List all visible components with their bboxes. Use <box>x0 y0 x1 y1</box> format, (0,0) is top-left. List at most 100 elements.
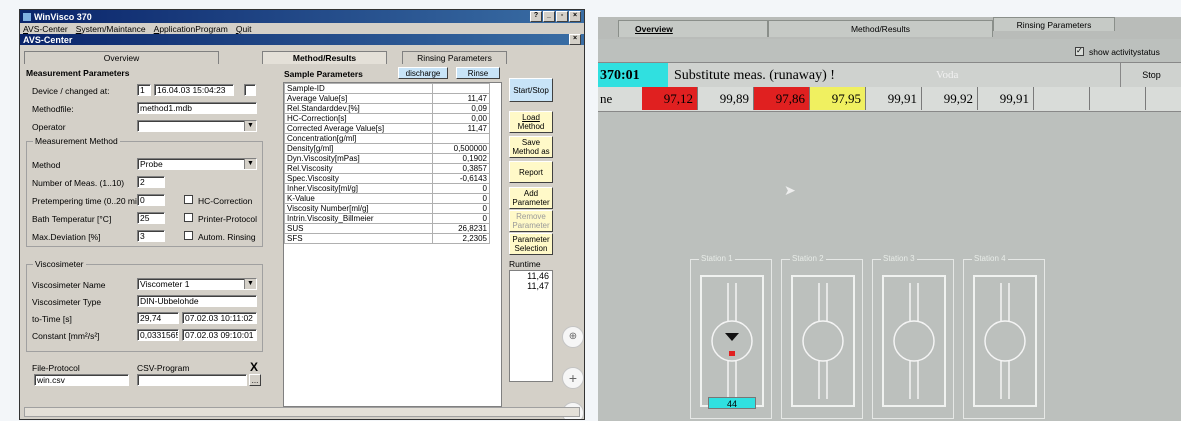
station-panel[interactable]: Station 3 <box>872 254 954 419</box>
station-panel[interactable]: Station 1 44 <box>690 254 772 419</box>
parameter-name: Viscosity Number[ml/g] <box>284 203 433 214</box>
maximize-button[interactable]: ▫ <box>556 11 568 22</box>
subwindow-close-button[interactable]: × <box>569 34 581 45</box>
parameter-value: -0,6143 <box>432 173 490 184</box>
menu-avs-center[interactable]: AVS-Center <box>23 24 68 34</box>
save-method-button[interactable]: Save Method as <box>509 136 553 158</box>
help-icon[interactable]: ? <box>530 11 542 22</box>
parameter-value: 0,3857 <box>432 163 490 174</box>
table-row[interactable]: Corrected Average Value[s] 11,47 <box>284 123 490 134</box>
zoom-in-icon[interactable]: + <box>562 367 584 389</box>
table-row[interactable]: Spec.Viscosity -0,6143 <box>284 173 490 184</box>
window-title: WinVisco 370 <box>34 11 92 22</box>
station-level-readout: 44 <box>708 397 756 409</box>
nmeas-field[interactable]: 2 <box>137 176 165 188</box>
result-value-cell: 97,12 <box>642 87 698 110</box>
totime-field[interactable]: 29,74 <box>137 312 179 324</box>
file-protocol-field[interactable]: win.csv <box>34 374 129 386</box>
pretemp-field[interactable]: 0 <box>137 194 165 206</box>
device-extra-field[interactable] <box>244 84 256 96</box>
report-button[interactable]: Report <box>509 161 553 183</box>
method-select[interactable]: Probe ▼ <box>137 158 257 170</box>
table-row[interactable]: Density[g/ml] 0,500000 <box>284 143 490 154</box>
rinse-button[interactable]: Rinse <box>456 67 500 79</box>
result-value-cell: 99,92 <box>922 87 978 110</box>
browse-button[interactable]: ... <box>249 374 261 386</box>
parameter-name: Corrected Average Value[s] <box>284 123 433 134</box>
empty-cell <box>1146 87 1181 110</box>
operator-select[interactable]: ▼ <box>137 120 257 132</box>
menu-system[interactable]: System/Maintance <box>76 24 146 34</box>
nmeas-label: Number of Meas. (1..10) <box>32 178 125 188</box>
table-row[interactable]: Intrin.Viscosity_Billmeier 0 <box>284 213 490 224</box>
device-label: Device / changed at: <box>32 86 110 96</box>
table-row[interactable]: HC-Correction[s] 0,00 <box>284 113 490 124</box>
tab-overview[interactable]: Overview <box>24 51 219 64</box>
station-panel[interactable]: Station 4 <box>963 254 1045 419</box>
result-value-cell: 99,91 <box>866 87 922 110</box>
constant-date-field[interactable]: 07.02.03 09:10:01 <box>182 329 257 341</box>
menu-quit[interactable]: Quit <box>236 24 252 34</box>
tab-method-results[interactable]: Method/Results <box>262 51 387 64</box>
table-row[interactable]: Sample-ID <box>284 83 490 94</box>
add-parameter-button[interactable]: Add Parameter <box>509 187 553 209</box>
methodfile-field[interactable]: method1.mdb <box>137 102 257 114</box>
table-row[interactable]: Average Value[s] 11,47 <box>284 93 490 104</box>
visc-type-field[interactable]: DIN-Ubbelohde <box>137 295 257 307</box>
subwindow-title: AVS-Center <box>23 34 73 45</box>
viscometer-tube-icon <box>973 275 1037 407</box>
viscometer-tube-icon <box>700 275 764 407</box>
checkmark-icon: ✓ <box>1076 46 1083 55</box>
table-row[interactable]: Concentration[g/ml] <box>284 133 490 144</box>
load-method-button[interactable]: Load Method <box>509 111 553 133</box>
table-row[interactable]: Dyn.Viscosity[mPas] 0,1902 <box>284 153 490 164</box>
device-field[interactable]: 1 <box>137 84 151 96</box>
result-value-cell: 99,91 <box>978 87 1034 110</box>
empty-cell <box>1090 87 1146 110</box>
minimize-button[interactable]: _ <box>543 11 555 22</box>
device-date-field[interactable]: 16.04.03 15:04:23 <box>154 84 234 96</box>
tab-rinsing-parameters[interactable]: Rinsing Parameters <box>993 17 1115 31</box>
show-activity-checkbox[interactable]: ✓ <box>1075 46 1084 56</box>
table-row[interactable]: Rel.Standarddev.[%] 0,09 <box>284 103 490 114</box>
table-row[interactable]: SFS 2,2305 <box>284 233 490 244</box>
visc-name-select[interactable]: Viscometer 1 ▼ <box>137 278 257 290</box>
station-panel[interactable]: Station 2 <box>781 254 863 419</box>
drag-handle-icon[interactable]: ⊕ <box>562 326 584 348</box>
hc-correction-checkbox[interactable] <box>184 195 193 204</box>
menu-application-program[interactable]: ApplicationProgram <box>154 24 228 34</box>
show-activity-label: show activitystatus <box>1089 47 1160 57</box>
chevron-down-icon[interactable]: ▼ <box>244 279 256 289</box>
bath-field[interactable]: 25 <box>137 212 165 224</box>
table-row[interactable]: SUS 26,8231 <box>284 223 490 234</box>
maxdev-field[interactable]: 3 <box>137 230 165 242</box>
tab-method-results[interactable]: Method/Results <box>768 20 993 37</box>
remove-parameter-button[interactable]: Remove Parameter <box>509 210 553 232</box>
chevron-down-icon[interactable]: ▼ <box>244 121 256 131</box>
add-label: Add <box>523 189 539 198</box>
load-label: Load <box>522 113 540 122</box>
horizontal-scrollbar[interactable] <box>24 407 580 417</box>
chevron-down-icon[interactable]: ▼ <box>244 159 256 169</box>
table-row[interactable]: Inher.Viscosity[ml/g] 0 <box>284 183 490 194</box>
constant-field[interactable]: 0,0331565 <box>137 329 179 341</box>
parameter-selection-button[interactable]: Parameter Selection <box>509 233 553 255</box>
tab-rinsing-parameters[interactable]: Rinsing Parameters <box>402 51 507 64</box>
visc-name-value: Viscometer 1 <box>140 279 190 289</box>
autom-rinsing-checkbox[interactable] <box>184 231 193 240</box>
close-button[interactable]: × <box>569 11 581 22</box>
result-value-cell: 97,86 <box>754 87 810 110</box>
printer-protocol-checkbox[interactable] <box>184 213 193 222</box>
csv-program-field[interactable] <box>137 374 247 386</box>
table-row[interactable]: Rel.Viscosity 0,3857 <box>284 163 490 174</box>
table-row[interactable]: Viscosity Number[ml/g] 0 <box>284 203 490 214</box>
discharge-button[interactable]: discharge <box>398 67 448 79</box>
parameter-name: Sample-ID <box>284 83 433 94</box>
stop-button[interactable]: Stop <box>1120 63 1181 88</box>
table-row[interactable]: K-Value 0 <box>284 193 490 204</box>
start-stop-button[interactable]: Start/Stop <box>509 78 553 102</box>
totime-date-field[interactable]: 07.02.03 10:11:02 <box>182 312 257 324</box>
parameter-value: 0,09 <box>432 103 490 114</box>
tab-overview[interactable]: Overview <box>618 20 768 37</box>
close-icon[interactable]: X <box>250 360 258 374</box>
